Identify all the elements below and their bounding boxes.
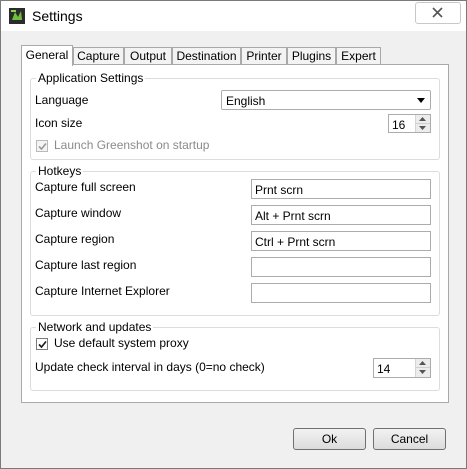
hotkey-window-input[interactable]: Alt + Prnt scrn [251,205,431,225]
tab-capture[interactable]: Capture [73,47,124,65]
launch-on-startup-label: Launch Greenshot on startup [54,138,210,152]
use-system-proxy-label: Use default system proxy [54,336,189,350]
tab-expert[interactable]: Expert [336,47,381,65]
icon-size-value: 16 [392,118,406,132]
checkmark-icon [38,142,47,151]
close-icon [432,7,443,18]
launch-on-startup-checkbox[interactable] [36,140,48,152]
greenshot-icon [9,8,25,24]
hotkeys-group: Hotkeys Capture full screen Prnt scrn Ca… [30,164,440,316]
language-label: Language [35,93,89,107]
icon-size-label: Icon size [35,116,83,130]
icon-size-decrement[interactable] [416,123,430,132]
hotkey-full-screen-value: Prnt scrn [255,183,304,197]
update-interval-value: 14 [377,362,391,376]
language-dropdown[interactable]: English [221,90,431,110]
hotkey-region-input[interactable]: Ctrl + Prnt scrn [251,231,431,251]
settings-window: Settings General Capture Output Destinat… [0,0,467,469]
tab-output[interactable]: Output [124,47,172,65]
ok-button[interactable]: Ok [293,428,366,450]
tab-destination[interactable]: Destination [172,47,241,65]
update-interval-decrement[interactable] [416,368,430,377]
network-updates-group: Network and updates Use default system p… [30,320,440,391]
update-interval-stepper[interactable]: 14 [373,358,431,378]
hotkey-label-full-screen: Capture full screen [35,180,136,194]
hotkey-region-value: Ctrl + Prnt scrn [255,235,336,249]
window-title: Settings [32,8,83,24]
hotkeys-legend: Hotkeys [36,164,84,178]
spin-up-icon [419,117,426,121]
tab-plugins[interactable]: Plugins [287,47,336,65]
icon-size-increment[interactable] [416,115,430,124]
language-value: English [226,94,266,108]
cancel-button[interactable]: Cancel [373,428,446,450]
hotkey-last-region-input[interactable] [251,257,431,277]
tab-printer[interactable]: Printer [241,47,287,65]
title-bar[interactable]: Settings [1,1,466,31]
close-button[interactable] [415,2,461,24]
hotkey-label-window: Capture window [35,206,122,220]
spin-down-icon [419,125,426,130]
update-interval-label: Update check interval in days (0=no chec… [35,360,265,374]
hotkey-internet-explorer-input[interactable] [251,283,431,303]
hotkey-window-value: Alt + Prnt scrn [255,209,331,223]
spin-up-icon [419,361,426,365]
general-tab-panel: Application Settings Language English Ic… [21,64,449,403]
network-updates-legend: Network and updates [36,320,154,334]
chevron-down-icon [417,98,425,103]
checkmark-icon [38,340,47,349]
hotkey-label-last-region: Capture last region [35,258,137,272]
application-settings-legend: Application Settings [36,71,146,85]
use-system-proxy-checkbox[interactable] [36,338,48,350]
hotkey-label-region: Capture region [35,232,115,246]
application-settings-group: Application Settings Language English Ic… [30,71,440,160]
hotkey-label-internet-explorer: Capture Internet Explorer [35,284,170,298]
icon-size-stepper[interactable]: 16 [388,114,431,133]
hotkey-full-screen-input[interactable]: Prnt scrn [251,179,431,199]
spin-down-icon [419,370,426,374]
update-interval-increment[interactable] [416,359,430,368]
tab-general[interactable]: General [21,45,73,66]
